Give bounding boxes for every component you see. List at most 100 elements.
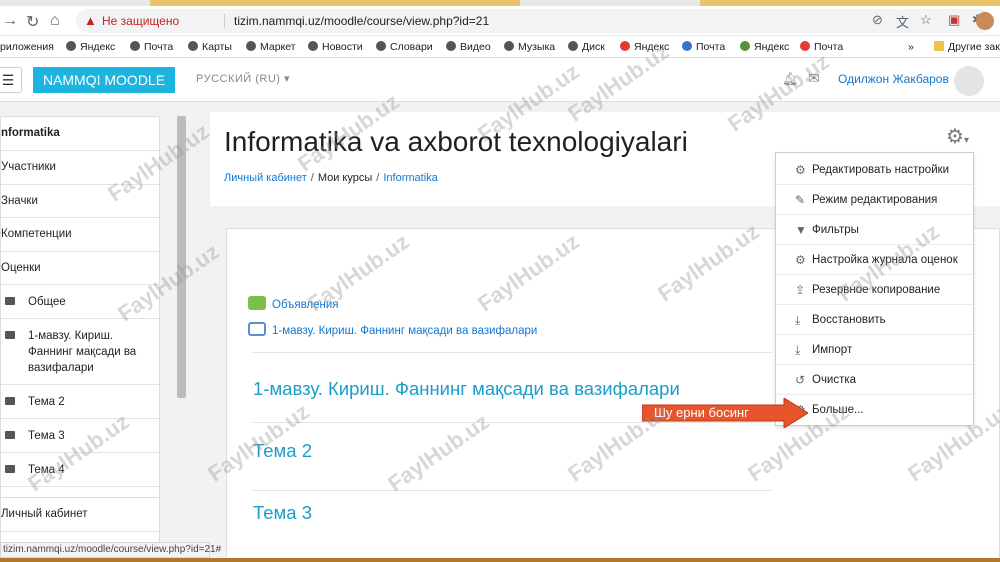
mail-icon	[130, 41, 140, 51]
yandex-icon	[620, 41, 630, 51]
news-icon	[308, 41, 318, 51]
sidebar-item-competencies[interactable]: Компетенции	[1, 218, 159, 252]
gear-icon: ⚙	[795, 253, 806, 267]
bookmarks-bar: риложения Яндекс Почта Карты Маркет Ново…	[0, 36, 1000, 58]
sidebar-section[interactable]: Тема 3	[1, 419, 159, 453]
bell-icon[interactable]: 🔔︎	[782, 71, 799, 87]
download-icon: ⤓	[795, 313, 801, 327]
bookmark-item[interactable]: Видео	[446, 41, 491, 53]
menu-item-filters[interactable]: ▼ Фильтры	[776, 215, 973, 245]
menu-item-reset[interactable]: ↺ Очистка	[776, 365, 973, 395]
caret-down-icon: ▾	[963, 135, 969, 146]
sidebar-section[interactable]: Тема 2	[1, 385, 159, 419]
breadcrumb: Личный кабинет / Мои курсы / Informatika	[224, 172, 438, 184]
star-icon[interactable]: ☆	[920, 12, 932, 28]
section-title[interactable]: 1-мавзу. Кириш. Фаннинг мақсади ва вазиф…	[253, 378, 680, 400]
bookmark-item[interactable]: Яндекс	[66, 41, 115, 53]
bookmark-item[interactable]: Маркет	[246, 41, 296, 53]
more-bookmarks[interactable]: »	[908, 41, 914, 53]
url-field[interactable]: ▲ Не защищено tizim.nammqi.uz/moodle/cou…	[76, 9, 992, 33]
activity-link[interactable]: 1-мавзу. Кириш. Фаннинг мақсади ва вазиф…	[272, 325, 537, 337]
folder-icon	[5, 431, 15, 439]
menu-item-gradebook-setup[interactable]: ⚙ Настройка журнала оценок	[776, 245, 973, 275]
bookmark-item[interactable]: Музыка	[504, 41, 555, 53]
reset-icon: ↺	[795, 373, 806, 387]
translate-icon[interactable]: 文	[896, 12, 909, 31]
course-sidebar: nformatika Участники Значки Компетенции …	[0, 116, 160, 546]
section-title[interactable]: Тема 3	[253, 502, 312, 524]
home-icon[interactable]: ⌂	[50, 12, 60, 30]
forward-icon[interactable]: →	[2, 12, 18, 30]
moodle-navbar: ☰ NAMMQI MOODLE РУССКИЙ (RU) ▾ 🔔︎ ✉ Одил…	[0, 58, 1000, 102]
menu-item-edit-mode[interactable]: ✎ Режим редактирования	[776, 185, 973, 215]
bookmark-item[interactable]: Словари	[376, 41, 433, 53]
menu-item-edit-settings[interactable]: ⚙ Редактировать настройки	[776, 155, 973, 185]
page-title: Informatika va axborot texnologiyalari	[224, 126, 688, 157]
breadcrumb-link[interactable]: Informatika	[383, 172, 437, 184]
sidebar-item-course[interactable]: nformatika	[1, 117, 159, 151]
menu-item-backup[interactable]: ⇪ Резервное копирование	[776, 275, 973, 305]
maps-icon	[188, 41, 198, 51]
url-text[interactable]: tizim.nammqi.uz/moodle/course/view.php?i…	[234, 14, 489, 28]
gear-icon: ⚙	[946, 126, 964, 148]
dictionary-icon	[376, 41, 386, 51]
mail-icon	[682, 41, 692, 51]
menu-item-import[interactable]: ⤓ Импорт	[776, 335, 973, 365]
site-brand[interactable]: NAMMQI MOODLE	[33, 67, 175, 93]
sidebar-section[interactable]: Общее	[1, 285, 159, 319]
menu-toggle-button[interactable]: ☰	[0, 67, 22, 93]
folder-icon	[5, 465, 15, 473]
folder-tree-icon	[248, 322, 266, 336]
reload-icon[interactable]: ↻	[26, 12, 39, 32]
bookmark-folder[interactable]: Другие закл	[934, 41, 1000, 53]
bookmark-item[interactable]: Яндекс	[740, 41, 789, 53]
blocked-icon[interactable]: ⊘	[872, 12, 883, 28]
settings-gear-button[interactable]: ⚙▾	[946, 124, 969, 149]
taskbar-strip	[0, 558, 1000, 562]
user-name[interactable]: Одилжон Жакбаров	[838, 72, 949, 86]
caret-down-icon: ▾	[284, 73, 291, 85]
bookmark-item[interactable]: Яндекс	[620, 41, 669, 53]
bookmark-item[interactable]: Почта	[130, 41, 173, 53]
bookmark-item[interactable]: Карты	[188, 41, 232, 53]
language-menu[interactable]: РУССКИЙ (RU) ▾	[196, 72, 290, 85]
address-bar: → ↻ ⌂ ▲ Не защищено tizim.nammqi.uz/mood…	[0, 6, 1000, 36]
folder-icon	[5, 397, 15, 405]
status-bar: tizim.nammqi.uz/moodle/course/view.php?i…	[0, 542, 221, 558]
annotation-label: Шу ерни босинг	[654, 405, 749, 420]
screen: { "browser": { "insecure_label": "Не защ…	[0, 0, 1000, 562]
sidebar-section[interactable]: Тема 4	[1, 453, 159, 487]
bookmark-item[interactable]: Почта	[800, 41, 843, 53]
user-avatar[interactable]	[954, 66, 984, 96]
pdf-icon[interactable]: ▣	[948, 12, 960, 28]
breadcrumb-link[interactable]: Личный кабинет	[224, 172, 307, 184]
bookmark-apps[interactable]: риложения	[0, 41, 54, 53]
sidebar-scrollbar[interactable]	[177, 116, 186, 398]
sidebar-item-grades[interactable]: Оценки	[1, 252, 159, 285]
sidebar-item-badges[interactable]: Значки	[1, 185, 159, 218]
forum-icon	[248, 296, 266, 310]
folder-icon	[5, 297, 15, 305]
sidebar-section[interactable]: 1-мавзу. Кириш. Фаннинг мақсади ва вазиф…	[1, 319, 159, 385]
folder-icon	[934, 41, 944, 51]
upload-icon: ⇪	[795, 283, 806, 297]
bookmark-item[interactable]: Почта	[682, 41, 725, 53]
chat-icon[interactable]: ✉	[808, 70, 820, 87]
download-icon: ⤓	[795, 343, 801, 357]
breadcrumb-link[interactable]: Мои курсы	[318, 172, 372, 184]
settings-dropdown: ⚙ Редактировать настройки ✎ Режим редактир…	[775, 152, 974, 426]
mail-icon	[800, 41, 810, 51]
bookmark-item[interactable]: Новости	[308, 41, 363, 53]
yandex-icon	[66, 41, 76, 51]
market-icon	[246, 41, 256, 51]
sidebar-item-participants[interactable]: Участники	[1, 151, 159, 185]
sidebar-item-dashboard[interactable]: Личный кабинет	[1, 498, 159, 532]
profile-avatar[interactable]	[976, 12, 994, 30]
gear-icon: ⚙	[795, 163, 806, 177]
activity-link[interactable]: Объявления	[272, 299, 339, 311]
video-icon	[446, 41, 456, 51]
menu-item-restore[interactable]: ⤓ Восстановить	[776, 305, 973, 335]
music-icon	[504, 41, 514, 51]
section-title[interactable]: Тема 2	[253, 440, 312, 462]
bookmark-item[interactable]: Диск	[568, 41, 605, 53]
